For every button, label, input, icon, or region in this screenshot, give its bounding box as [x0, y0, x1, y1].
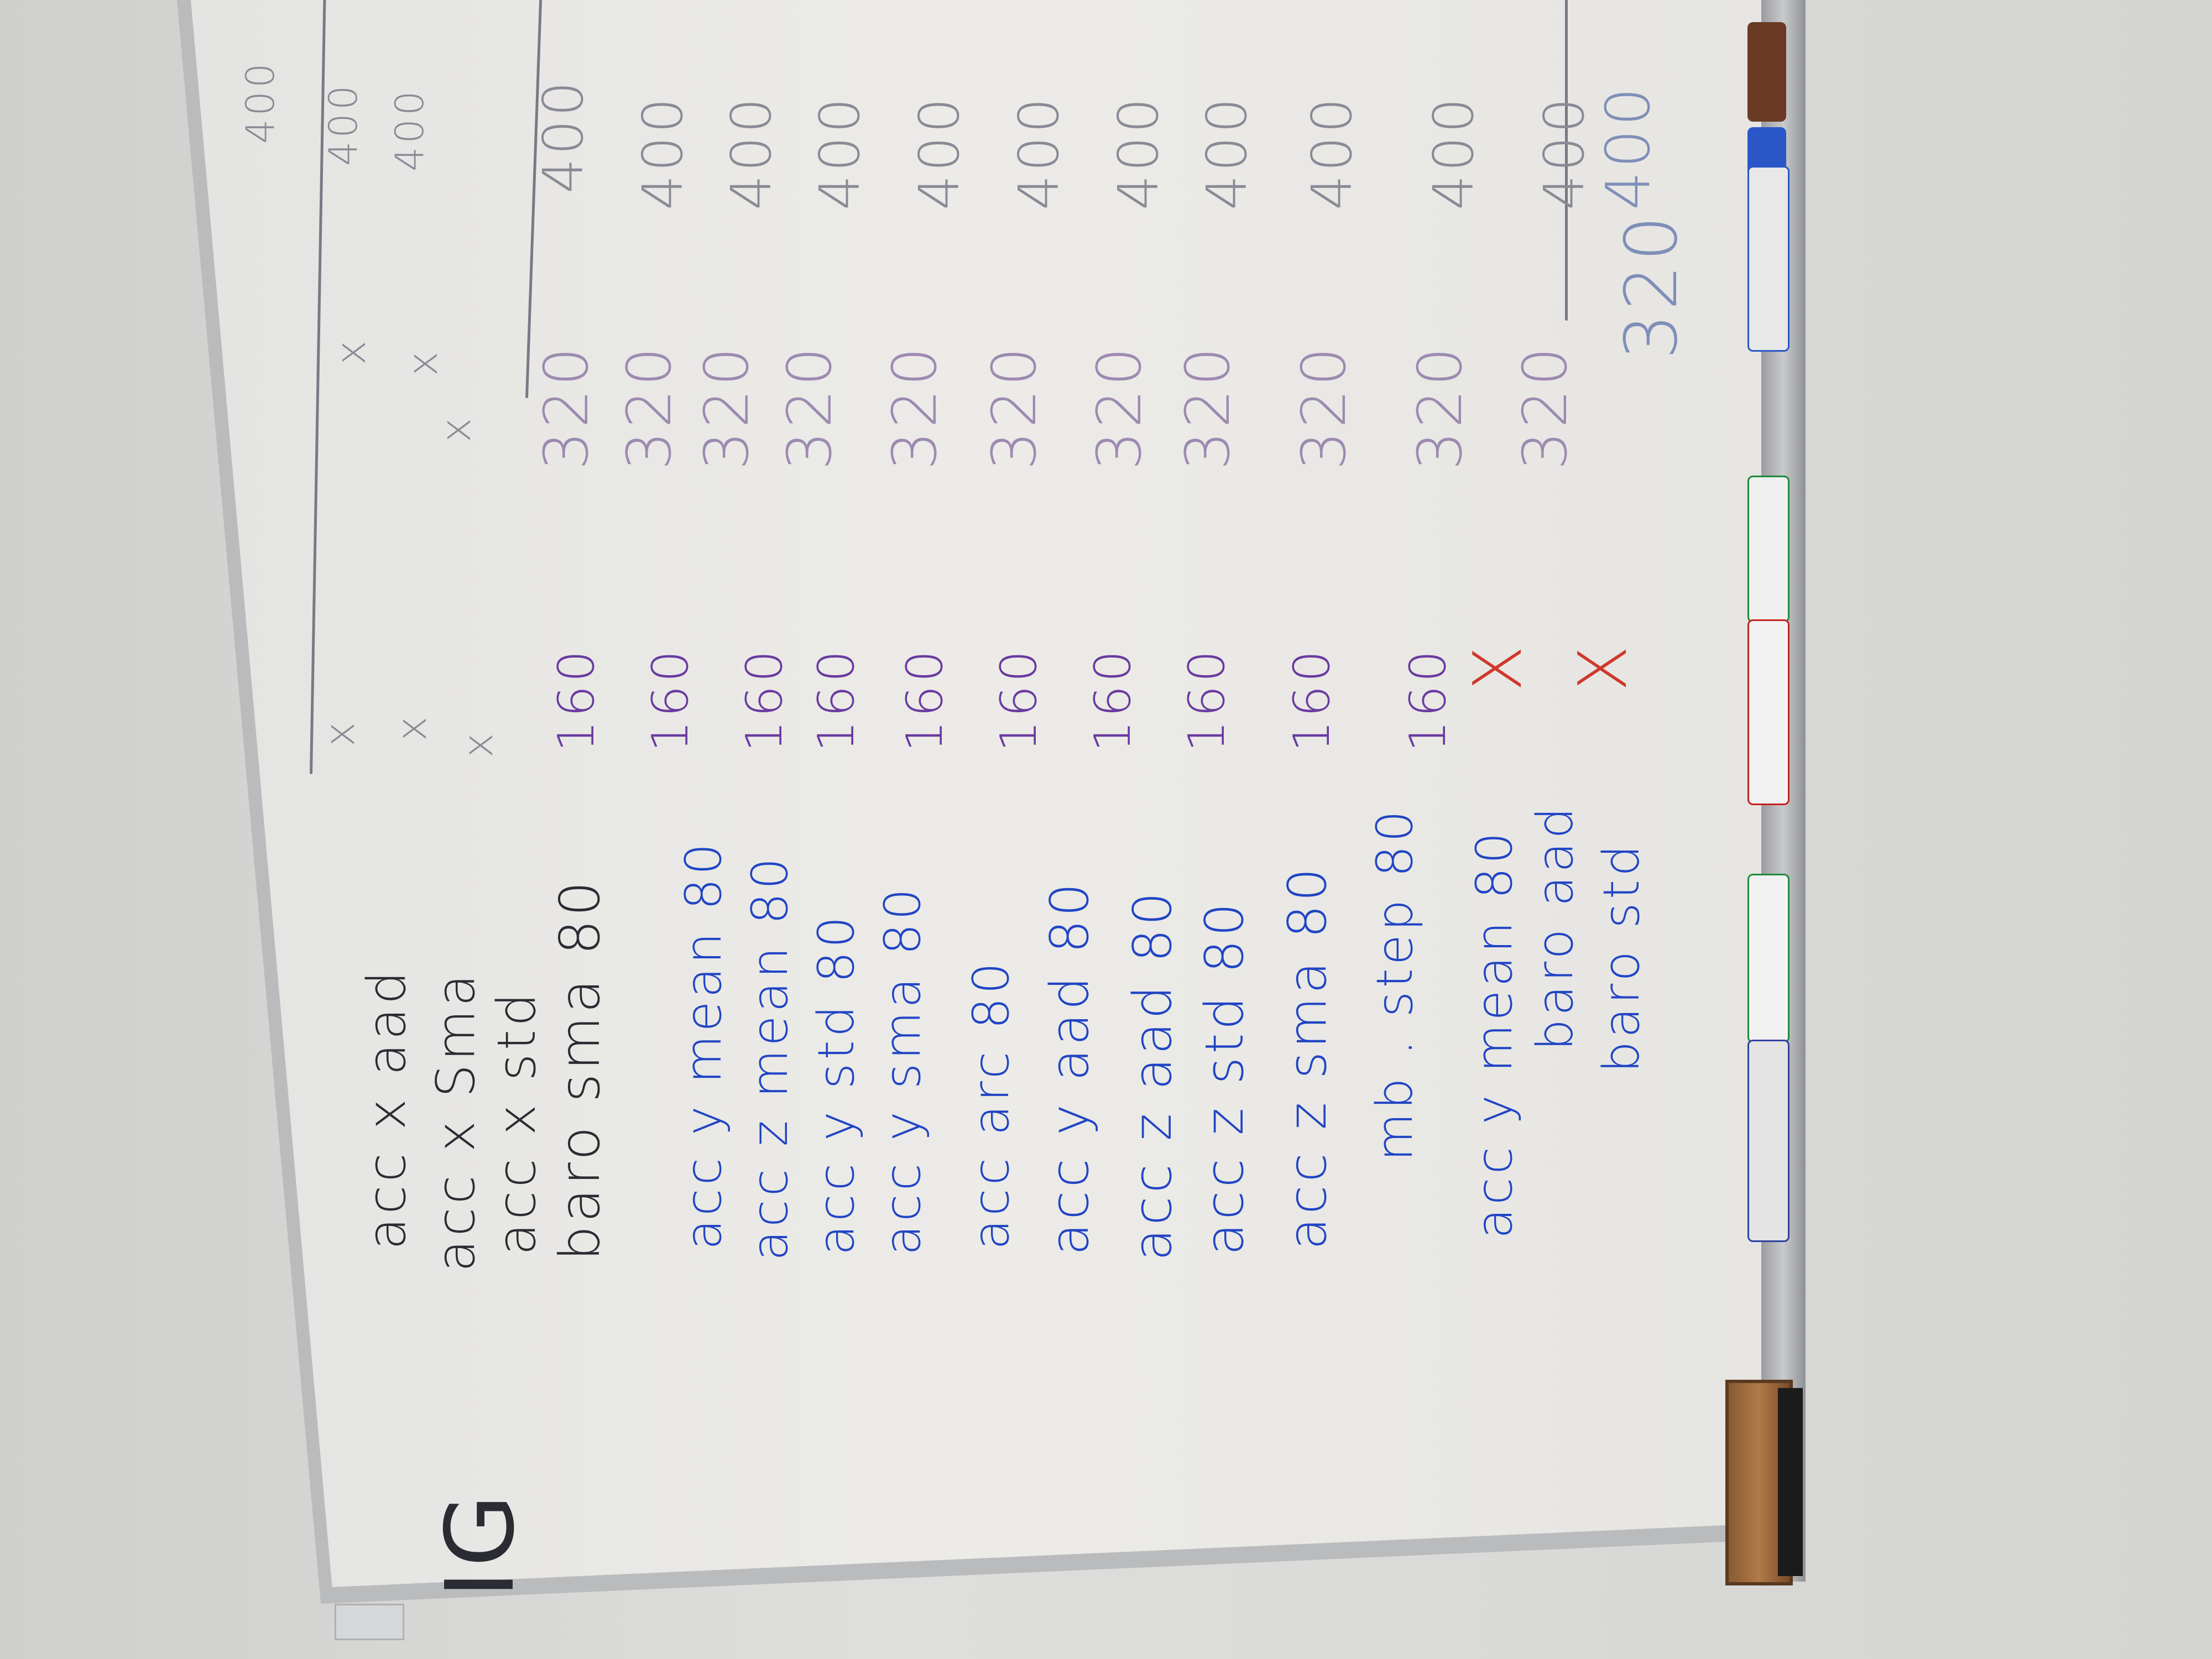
row-label: acc y mean 80 — [1465, 829, 1524, 1239]
row-label: acc x aad — [357, 967, 418, 1250]
row-label: acc y aad 80 — [1040, 879, 1100, 1255]
cell-value: 400 — [1006, 95, 1071, 210]
cell-value: 400 — [1194, 95, 1259, 210]
cell-value: x — [326, 337, 375, 365]
row-label: acc y sma 80 — [874, 885, 932, 1255]
cell-value: 320 — [691, 344, 762, 470]
cell-value: 400 — [1593, 84, 1663, 210]
row-label: acc y std 80 — [807, 912, 865, 1255]
cell-value: x — [398, 348, 447, 376]
cell-value: 320 — [1609, 212, 1693, 359]
row-label: baro aad — [1526, 804, 1584, 1051]
row-label: acc arc 80 — [962, 959, 1020, 1250]
cell-value: 320 — [774, 344, 845, 470]
row-label: acc y mean 80 — [675, 840, 733, 1250]
cell-value: 160 — [547, 647, 606, 752]
cell-value: 400 — [907, 95, 972, 210]
cell-value: 160 — [896, 647, 954, 752]
cell-value: 400 — [531, 78, 596, 194]
cell-value: 320 — [1172, 344, 1243, 470]
cell-value: 160 — [807, 647, 865, 752]
row-label: baro std — [1593, 841, 1651, 1073]
cell-value: 160 — [1178, 647, 1236, 752]
cell-value: 160 — [1399, 647, 1457, 752]
cell-value: 320 — [614, 344, 685, 470]
cell-value: 400 — [1106, 95, 1171, 210]
cell-value: 400 — [1300, 95, 1364, 210]
cell-value: X — [1565, 642, 1642, 691]
cell-value: 400 — [719, 95, 784, 210]
cell-value: x — [431, 414, 480, 442]
cell-value: x — [387, 713, 436, 741]
cell-value: 320 — [1288, 344, 1359, 470]
cell-value: 320 — [979, 344, 1050, 470]
cell-value: 160 — [641, 647, 700, 752]
cell-value: x — [453, 729, 502, 758]
cell-value: 320 — [1084, 344, 1155, 470]
cell-value: 400 — [630, 95, 695, 210]
row-label: mb . step 80 — [1366, 807, 1424, 1161]
cell-value: 320 — [1405, 344, 1475, 470]
row-label: acc z std 80 — [1194, 899, 1255, 1255]
cell-value: x — [315, 718, 364, 747]
cell-value: 400 — [1532, 95, 1597, 210]
cell-value: 400 — [238, 60, 283, 144]
cell-value: X — [1460, 642, 1537, 691]
row-label: acc z sma 80 — [1277, 864, 1338, 1250]
cell-value: 320 — [1510, 344, 1580, 470]
cell-value: 320 — [531, 344, 602, 470]
row-label: acc z mean 80 — [741, 854, 799, 1261]
cell-value: 400 — [807, 95, 872, 210]
row-label: acc x std — [487, 989, 547, 1255]
column-divider — [525, 0, 551, 399]
cell-value: 320 — [879, 344, 950, 470]
cell-value: 400 — [387, 87, 432, 171]
whiteboard-notes: IG acc x aad acc x Sma acc x std baro sm… — [0, 0, 2212, 1659]
cell-value: 160 — [735, 647, 794, 752]
cell-value: 160 — [990, 647, 1048, 752]
cell-value: 160 — [1283, 647, 1341, 752]
cell-value: 400 — [321, 82, 366, 166]
row-label: acc z aad 80 — [1123, 889, 1183, 1261]
board-title: IG — [426, 1491, 535, 1598]
cell-value: 160 — [1084, 647, 1142, 752]
row-label: baro sma 80 — [547, 878, 612, 1261]
row-label: acc x Sma — [426, 971, 487, 1272]
cell-value: 400 — [1421, 95, 1486, 210]
